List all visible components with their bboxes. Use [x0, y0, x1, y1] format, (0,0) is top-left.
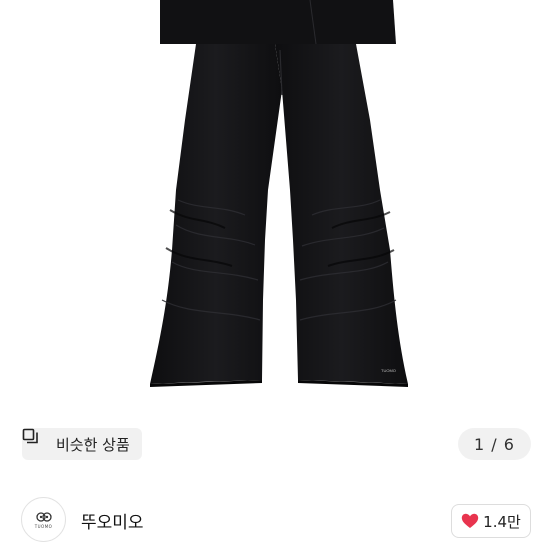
similar-items-icon	[22, 428, 50, 453]
product-photo-flared-pants: TUOMO	[150, 0, 408, 387]
like-button[interactable]: 1.4만	[451, 504, 531, 538]
seller-logo-icon	[35, 511, 52, 522]
like-count: 1.4만	[483, 512, 521, 531]
image-counter: 1 / 6	[458, 428, 531, 460]
product-image[interactable]: TUOMO 비슷한 상품 1 / 6	[0, 0, 555, 472]
similar-items-label: 비슷한 상품	[56, 435, 130, 454]
heart-icon	[461, 513, 479, 529]
seller-avatar[interactable]: TUOMO	[21, 497, 66, 542]
image-counter-text: 1 / 6	[474, 434, 515, 454]
seller-bar: TUOMO 뚜오미오 1.4만	[0, 488, 555, 555]
similar-items-button[interactable]: 비슷한 상품	[22, 428, 142, 460]
seller-logo-text: TUOMO	[34, 523, 53, 529]
brand-tag: TUOMO	[381, 368, 396, 373]
seller-name[interactable]: 뚜오미오	[81, 508, 144, 533]
